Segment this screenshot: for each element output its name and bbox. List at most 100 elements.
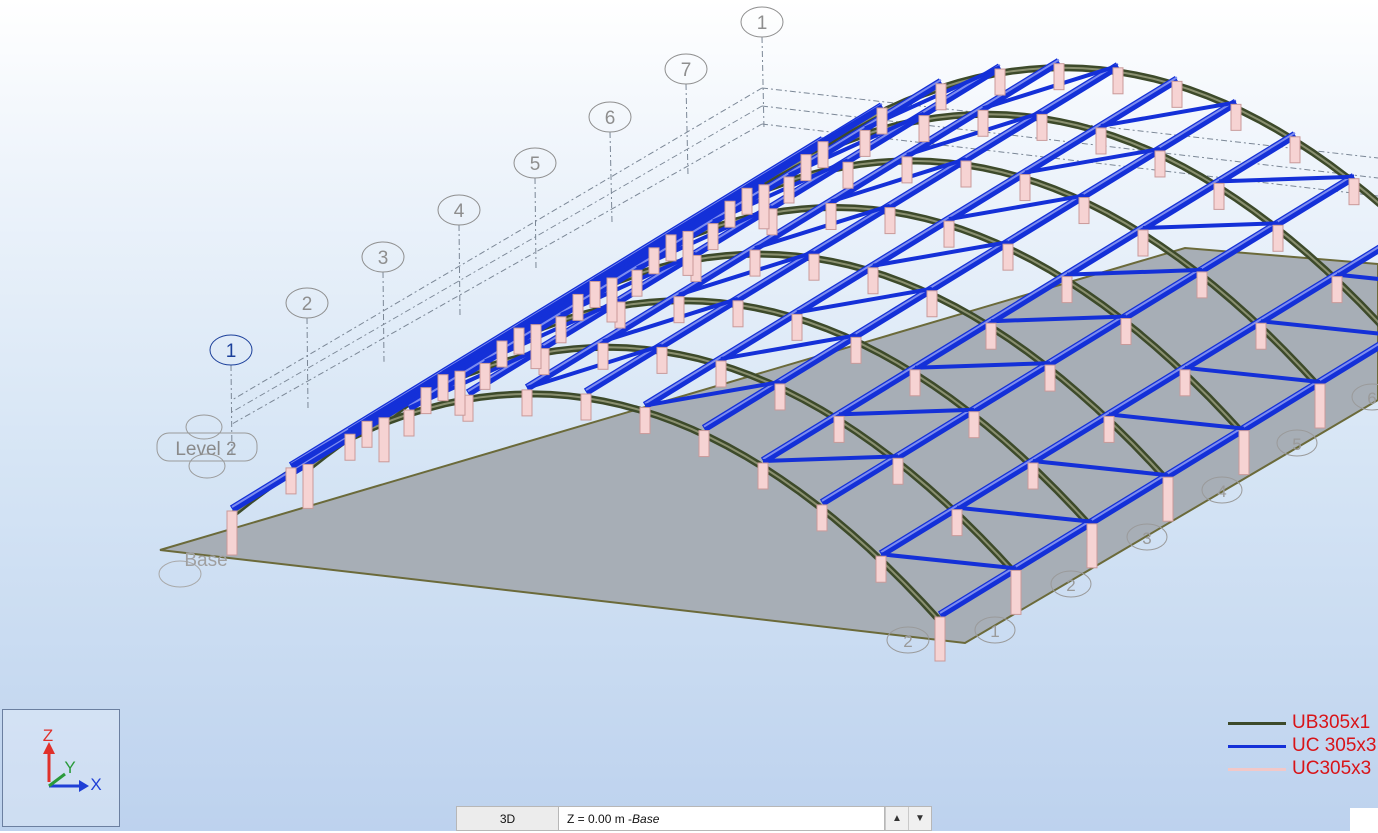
- post[interactable]: [934, 616, 946, 662]
- post[interactable]: [994, 68, 1006, 96]
- post[interactable]: [1027, 462, 1039, 490]
- post[interactable]: [496, 340, 508, 368]
- post[interactable]: [842, 161, 854, 189]
- post[interactable]: [1289, 136, 1301, 164]
- post[interactable]: [361, 420, 373, 448]
- post[interactable]: [682, 230, 694, 276]
- post[interactable]: [530, 324, 542, 370]
- post[interactable]: [732, 300, 744, 328]
- post[interactable]: [1137, 229, 1149, 257]
- post[interactable]: [800, 154, 812, 182]
- grid-bubble-top-5[interactable]: 5: [513, 147, 557, 179]
- post[interactable]: [850, 336, 862, 364]
- post[interactable]: [420, 387, 432, 415]
- post[interactable]: [1331, 276, 1343, 304]
- post[interactable]: [403, 409, 415, 437]
- post[interactable]: [656, 346, 668, 374]
- post[interactable]: [1162, 476, 1174, 522]
- post[interactable]: [1095, 127, 1107, 155]
- post[interactable]: [707, 223, 719, 251]
- post[interactable]: [909, 369, 921, 397]
- grid-bubble-top-3[interactable]: 3: [361, 241, 405, 273]
- post[interactable]: [758, 184, 770, 230]
- post[interactable]: [1061, 276, 1073, 304]
- post[interactable]: [555, 316, 567, 344]
- post[interactable]: [344, 433, 356, 461]
- view-selector-bar[interactable]: 3D Z = 0.00 m - Base ▲ ▼: [456, 806, 932, 831]
- post[interactable]: [715, 360, 727, 388]
- post[interactable]: [757, 462, 769, 490]
- post[interactable]: [985, 322, 997, 350]
- post[interactable]: [808, 253, 820, 281]
- post[interactable]: [783, 176, 795, 204]
- post[interactable]: [302, 463, 314, 509]
- post[interactable]: [639, 407, 651, 435]
- post[interactable]: [580, 393, 592, 421]
- post[interactable]: [454, 370, 466, 416]
- level-up-button[interactable]: ▲: [885, 807, 908, 830]
- post[interactable]: [774, 383, 786, 411]
- post[interactable]: [1002, 243, 1014, 271]
- post[interactable]: [951, 509, 963, 537]
- post[interactable]: [1044, 364, 1056, 392]
- post[interactable]: [1103, 415, 1115, 443]
- post[interactable]: [521, 389, 533, 417]
- view-tab-3d[interactable]: 3D: [457, 807, 559, 830]
- post[interactable]: [1019, 174, 1031, 202]
- post[interactable]: [631, 269, 643, 297]
- post[interactable]: [673, 296, 685, 324]
- post[interactable]: [825, 202, 837, 230]
- post[interactable]: [935, 83, 947, 111]
- post[interactable]: [1120, 317, 1132, 345]
- post[interactable]: [876, 107, 888, 135]
- post[interactable]: [1053, 63, 1065, 91]
- post[interactable]: [1010, 569, 1022, 615]
- post[interactable]: [1179, 369, 1191, 397]
- grid-bubble-top-4[interactable]: 4: [437, 194, 481, 226]
- post[interactable]: [665, 234, 677, 262]
- post[interactable]: [285, 467, 297, 495]
- level-down-button[interactable]: ▼: [908, 807, 931, 830]
- post[interactable]: [437, 374, 449, 402]
- post[interactable]: [1171, 80, 1183, 108]
- post[interactable]: [875, 555, 887, 583]
- grid-bubble-top-1[interactable]: 1: [740, 6, 784, 38]
- model-viewport[interactable]: 1 7 6 5 4 3 2 1 Level 2 Base 1 2 3 4 5 6…: [0, 0, 1378, 831]
- post[interactable]: [1213, 182, 1225, 210]
- post[interactable]: [1086, 523, 1098, 569]
- grid-bubble-top-6[interactable]: 6: [588, 101, 632, 133]
- post[interactable]: [1238, 430, 1250, 476]
- post[interactable]: [884, 207, 896, 235]
- post[interactable]: [1230, 103, 1242, 131]
- post[interactable]: [918, 115, 930, 143]
- post[interactable]: [597, 342, 609, 370]
- post[interactable]: [901, 156, 913, 184]
- level-selector-field[interactable]: Z = 0.00 m - Base: [559, 807, 885, 830]
- post[interactable]: [606, 277, 618, 323]
- axis-orientation-widget[interactable]: Z Y X: [2, 709, 120, 827]
- post[interactable]: [648, 247, 660, 275]
- post[interactable]: [513, 327, 525, 355]
- grid-bubble-top-2[interactable]: 2: [285, 287, 329, 319]
- post[interactable]: [1112, 67, 1124, 95]
- brace[interactable]: [1218, 174, 1355, 184]
- post[interactable]: [749, 249, 761, 277]
- post[interactable]: [943, 220, 955, 248]
- post[interactable]: [977, 109, 989, 137]
- post[interactable]: [1196, 271, 1208, 299]
- post[interactable]: [968, 411, 980, 439]
- grid-bubble-top-7[interactable]: 7: [664, 53, 708, 85]
- post[interactable]: [867, 267, 879, 295]
- structure-3d-scene[interactable]: 1 7 6 5 4 3 2 1 Level 2 Base 1 2 3 4 5 6…: [0, 0, 1378, 831]
- post[interactable]: [378, 417, 390, 463]
- post[interactable]: [791, 313, 803, 341]
- post[interactable]: [960, 160, 972, 188]
- post[interactable]: [1255, 322, 1267, 350]
- post[interactable]: [1348, 178, 1360, 206]
- post[interactable]: [572, 293, 584, 321]
- post[interactable]: [479, 362, 491, 390]
- post[interactable]: [816, 504, 828, 532]
- level-2-label[interactable]: Level 2: [156, 414, 258, 479]
- post[interactable]: [892, 457, 904, 485]
- base-level-label[interactable]: Base: [158, 550, 228, 588]
